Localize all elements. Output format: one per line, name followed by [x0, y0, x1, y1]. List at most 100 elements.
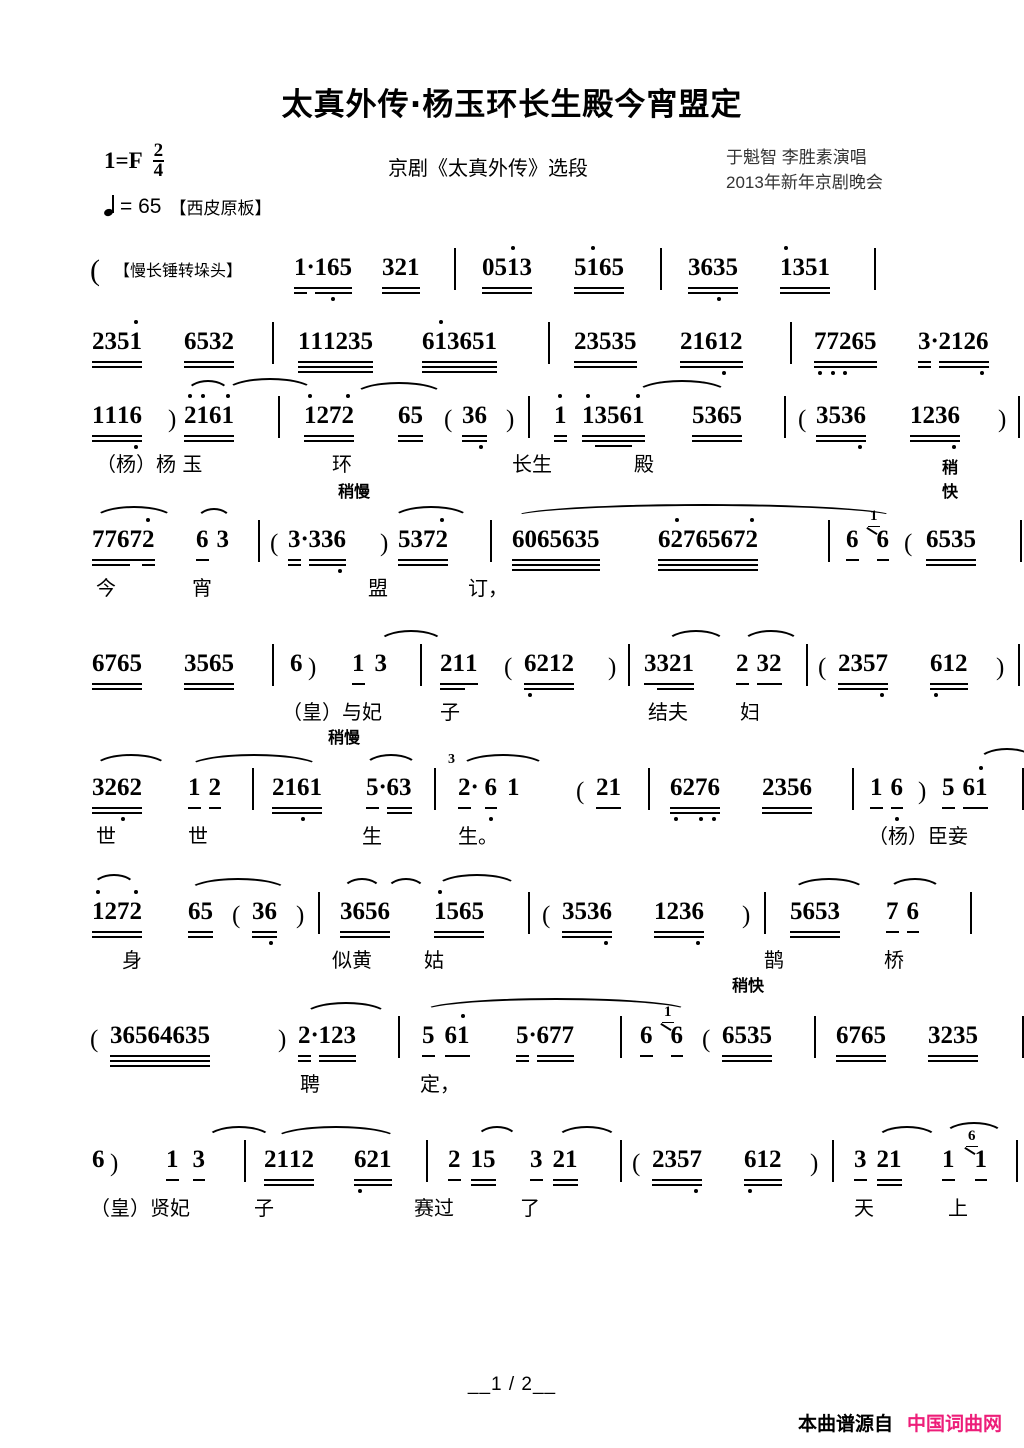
note-group: 77672 [92, 518, 155, 562]
note-group: 3·336 [288, 526, 346, 574]
barline [272, 644, 275, 687]
slur [386, 878, 426, 894]
closing-paren: ) [996, 654, 1005, 682]
barline [454, 248, 457, 291]
grace-note: 1 [868, 508, 879, 528]
opening-paren: ( [576, 778, 585, 806]
note-group: 2161 [184, 394, 234, 438]
note-group: 76 [886, 898, 919, 934]
note-group: 5 61 [942, 766, 988, 810]
note-group: 211 [440, 650, 478, 686]
note-group: 3565 [184, 650, 234, 686]
lyric-syllable: 殿 [634, 452, 654, 477]
note-group: 77265 [814, 328, 877, 376]
note-group: 3536 [816, 402, 866, 450]
barline [660, 248, 663, 291]
note-group: 6212 [524, 650, 574, 698]
lyric-syllable: 子 [254, 1196, 274, 1221]
slur [342, 878, 382, 894]
music-line-8: ( 36564635 ) 2·123 5 61 5·677 6 6 1 稍快 (… [90, 976, 1024, 1126]
slur [364, 754, 418, 770]
credits-block: 于魁智 李胜素演唱 2013年新年京剧晚会 [726, 146, 883, 195]
note-group: 321 [854, 1146, 902, 1182]
opening-paren: ( [542, 902, 551, 930]
note-group: 36 [462, 402, 487, 450]
note-group: 6535 [722, 1022, 772, 1058]
slur [206, 1126, 272, 1142]
tempo-marking: = 65 【西皮原板】 [104, 194, 271, 219]
lyric-syllable: 宵 [192, 576, 212, 601]
note-group: 1236 [910, 402, 960, 450]
slur [512, 504, 896, 520]
lyric-syllable: 盟 [368, 576, 388, 601]
closing-paren: ) [742, 902, 751, 930]
note-group: 5165 [574, 246, 624, 290]
note-group: 3321 [644, 650, 694, 686]
barline [832, 1140, 835, 1183]
lyric-syllable: 聘 [300, 1072, 320, 1097]
note-group: 3635 [688, 254, 738, 302]
note-group: 66 [846, 526, 889, 562]
closing-paren: ) [308, 654, 317, 682]
note-group: 11 [942, 1146, 987, 1182]
music-line-4: 77672 63 ( 3·336 ) 稍慢 5372 6065635 62765… [92, 458, 1023, 630]
lyric-syllable: 结夫 [648, 700, 688, 725]
slur [978, 748, 1024, 764]
note-group: 6765 [836, 1022, 886, 1058]
music-line-5: 6765 3565 6 ) 13 211 (6212) 3321 2 32 … [92, 630, 1021, 754]
note-group: 36 [252, 898, 277, 946]
lyric-syllable: （杨）杨 玉 [96, 452, 203, 477]
note-group: 3262 [92, 774, 142, 822]
lyric-syllable: 世 [188, 824, 208, 849]
note-group: 6 [290, 650, 303, 678]
barline [1018, 644, 1021, 687]
music-line-1: ( 【慢长锤转垛头】 1·165 321 0513 5165 3635 1351 [90, 234, 952, 308]
barline [628, 644, 631, 687]
note-group: 613651 [422, 320, 497, 364]
credit-event: 2013年新年京剧晚会 [726, 172, 883, 192]
tempo-bpm: = 65 [120, 194, 162, 218]
barline [318, 892, 321, 935]
subtitle: 京剧《太真外传》选段 [388, 158, 588, 181]
slur [304, 1002, 388, 1018]
watermark-site-name[interactable]: 中国词曲网 [907, 1413, 1002, 1435]
slur [392, 506, 470, 522]
grace-note: 6 [966, 1128, 977, 1148]
lyric-syllable: 身 [122, 948, 142, 973]
note-group: 63 [196, 526, 229, 562]
slur [188, 878, 288, 894]
note-group: 3235 [928, 1022, 978, 1058]
key-label: 1= [104, 148, 129, 174]
time-signature: 2 4 [152, 141, 165, 180]
note-group: 6532 [184, 328, 234, 364]
music-line-7: 1272 65 ( 36 ) 3656 1565 (3536 1236) 5… [92, 874, 973, 1002]
opening-paren: ( [270, 530, 279, 558]
note-group: 321 [382, 254, 420, 290]
note-group: 65 [398, 402, 423, 438]
note-group: 6 [92, 1146, 105, 1174]
lyric-syllable: 世 [96, 824, 116, 849]
note-group: 2357 [838, 650, 888, 698]
opening-paren: ( [632, 1150, 641, 1178]
watermark: 本曲谱源自 中国词曲网 [798, 1409, 1002, 1436]
note-group: 21612 [680, 328, 743, 376]
barline [852, 768, 855, 811]
opening-paren: ( [702, 1026, 711, 1054]
note-group: 5372 [398, 518, 448, 562]
barline [244, 1140, 247, 1183]
note-group: 2351 [92, 320, 142, 364]
note-group: 0513 [482, 246, 532, 290]
note-group: 612 [744, 1146, 782, 1194]
music-line-9: 6 ) 13 2112 621 2 15 3 21 (2357 612) 3… [90, 1122, 1019, 1250]
percussion-pattern-label: 【慢长锤转垛头】 [114, 261, 243, 281]
opening-paren: ( [798, 406, 807, 434]
slur [354, 382, 444, 398]
opening-paren: ( [818, 654, 827, 682]
closing-paren: ) [608, 654, 617, 682]
note-group: 2 32 [736, 650, 782, 686]
note-group: 6535 [926, 526, 976, 562]
slur [94, 754, 168, 770]
note-group: 2 15 [448, 1146, 496, 1182]
lyric-syllable: 生 [362, 824, 382, 849]
note-group: 66 [640, 1022, 683, 1058]
